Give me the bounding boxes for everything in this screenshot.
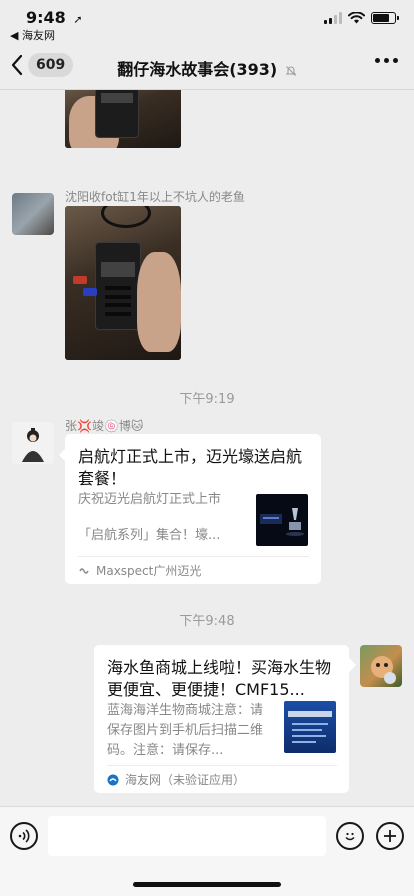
article-title: 海水鱼商城上线啦！买海水生物更便宜、更便捷！CMF15... xyxy=(107,658,332,699)
message-list[interactable]: 沈阳收fot缸1年以上不坑人的老鱼 下午9:19 张💢竣🍥博🐱 启航灯正式上市，… xyxy=(0,90,414,806)
article-description: 庆祝迈光启航灯正式上市 xyxy=(78,492,222,507)
home-indicator[interactable] xyxy=(133,882,281,887)
chat-header: 609 翻仔海水故事会(393) xyxy=(0,44,414,90)
shared-article-card[interactable]: 启航灯正式上市，迈光壕送启航套餐！ 庆祝迈光启航灯正式上市 「启航系列」集合！壕… xyxy=(65,434,321,584)
group-name: 翻仔海水故事会(393) xyxy=(117,60,278,79)
timestamp: 下午9:19 xyxy=(179,392,235,407)
avatar[interactable] xyxy=(12,422,54,464)
battery-level xyxy=(373,14,389,22)
article-source: 海友网（未验证应用） xyxy=(107,765,337,793)
plus-icon xyxy=(384,830,396,842)
voice-icon xyxy=(18,829,30,843)
location-arrow-icon: ➚ xyxy=(73,13,83,26)
app-logo-icon xyxy=(107,774,119,785)
sender-name: 沈阳收fot缸1年以上不坑人的老鱼 xyxy=(65,190,245,204)
article-thumbnail xyxy=(284,701,336,753)
smiley-icon xyxy=(345,832,355,841)
message-input[interactable] xyxy=(48,816,326,856)
chat-title: 翻仔海水故事会(393) xyxy=(0,56,414,80)
my-avatar[interactable] xyxy=(360,645,402,687)
add-attachment-button[interactable] xyxy=(376,822,404,850)
sender-name: 张💢竣🍥博🐱 xyxy=(65,419,144,433)
voice-input-button[interactable] xyxy=(10,822,38,850)
mute-bell-icon xyxy=(285,65,297,76)
article-description: 蓝海海洋生物商城注意：请保存图片到手机后扫描二维码。注意：请保存... xyxy=(107,703,264,758)
status-bar: 9:48 ➚ ◀ 海友网 xyxy=(0,0,414,44)
image-message-partial[interactable] xyxy=(65,90,181,148)
wifi-icon xyxy=(348,12,365,24)
status-icons xyxy=(324,12,399,24)
more-options-button[interactable] xyxy=(375,58,398,63)
mini-program-icon xyxy=(79,567,89,574)
shared-article-card[interactable]: 海水鱼商城上线啦！买海水生物更便宜、更便捷！CMF15... 蓝海海洋生物商城注… xyxy=(94,645,349,793)
image-message[interactable] xyxy=(65,206,181,360)
article-source: Maxspect广州迈光 xyxy=(78,556,309,584)
article-thumbnail xyxy=(256,494,308,546)
article-description: 「启航系列」集合！壕... xyxy=(78,528,221,543)
avatar-figure-icon xyxy=(22,428,44,462)
article-title: 启航灯正式上市，迈光壕送启航套餐！ xyxy=(78,447,303,488)
status-time: 9:48 ➚ xyxy=(26,8,83,27)
source-name: 海友网（未验证应用） xyxy=(125,773,246,787)
clock-text: 9:48 xyxy=(26,8,66,27)
timestamp: 下午9:48 xyxy=(179,614,235,629)
back-to-app-link[interactable]: ◀ 海友网 xyxy=(10,27,55,43)
battery-icon xyxy=(371,12,399,24)
cellular-signal-icon xyxy=(324,12,342,24)
source-name: Maxspect广州迈光 xyxy=(96,564,202,578)
emoji-button[interactable] xyxy=(336,822,364,850)
avatar[interactable] xyxy=(12,193,54,235)
